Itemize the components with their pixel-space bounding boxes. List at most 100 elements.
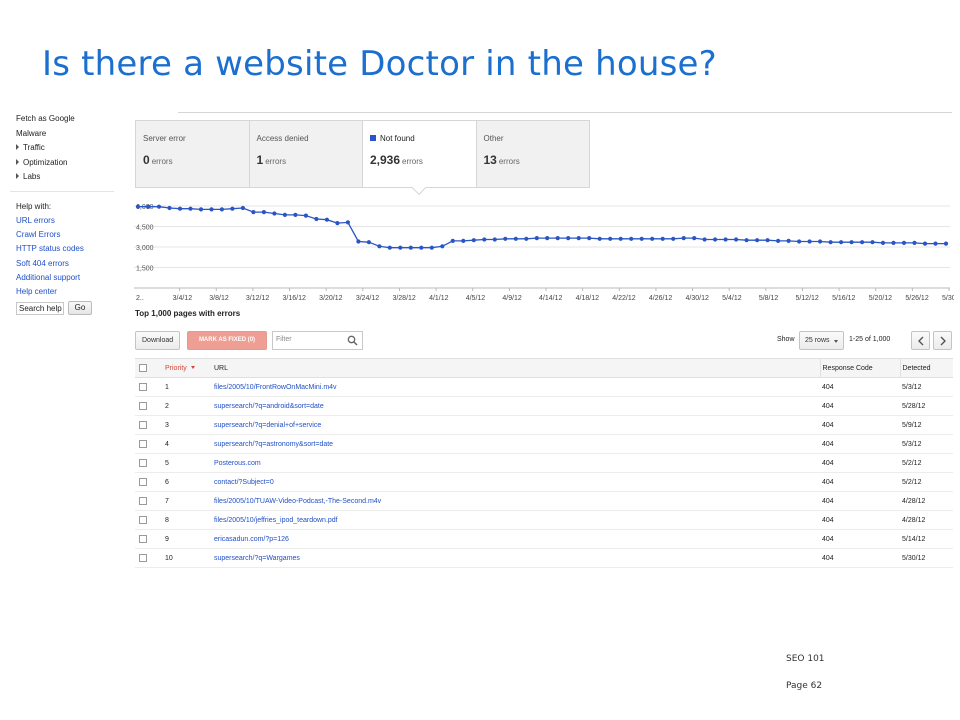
row-checkbox[interactable] <box>139 535 147 543</box>
errors-table-body: 1 files/2005/10/FrontRowOnMacMini.m4v 404 5… <box>135 378 953 568</box>
data-point <box>797 239 802 244</box>
help-search-input[interactable]: Search help <box>16 301 64 315</box>
sort-desc-icon <box>190 365 195 369</box>
table-row[interactable]: 6 contact/?Subject=0 404 5/2/12 <box>135 473 953 492</box>
tile-unit: errors <box>402 157 423 166</box>
table-row[interactable]: 4 supersearch/?q=astronomy&sort=date 404 5/… <box>135 435 953 454</box>
data-point <box>807 239 812 244</box>
row-checkbox[interactable] <box>139 516 147 524</box>
show-label: Show <box>777 336 795 343</box>
row-checkbox[interactable] <box>139 421 147 429</box>
data-point <box>188 206 193 211</box>
x-tick-label: 5/30/12 <box>942 295 954 302</box>
sidebar-item-label: Labs <box>23 172 41 182</box>
table-row[interactable]: 9 ericasadun.com/?p=126 404 5/14/12 <box>135 530 953 549</box>
table-row[interactable]: 5 Posterous.com 404 5/2/12 <box>135 454 953 473</box>
footer-page-number: Page 62 <box>786 681 823 691</box>
url-link[interactable]: ericasadun.com/?p=126 <box>214 536 289 543</box>
tile-unit: errors <box>151 157 173 166</box>
url-column-header[interactable]: URL <box>214 359 820 378</box>
data-point <box>943 241 949 246</box>
table-row[interactable]: 1 files/2005/10/FrontRowOnMacMini.m4v 404 5… <box>135 378 953 397</box>
detected-cell: 5/28/12 <box>902 402 926 410</box>
mark-as-fixed-button[interactable]: MARK AS FIXED (0) <box>187 331 267 350</box>
help-title: Help with: <box>16 201 52 211</box>
data-point <box>303 213 308 218</box>
priority-cell: 6 <box>165 478 169 486</box>
tile-access-denied[interactable]: Access denied 1 errors <box>249 121 363 187</box>
select-all-checkbox[interactable] <box>139 364 147 372</box>
url-link[interactable]: files/2005/10/jeffries_ipod_teardown.pdf <box>214 517 338 524</box>
row-checkbox[interactable] <box>139 459 147 467</box>
data-point <box>860 240 865 245</box>
tile-server-error[interactable]: Server error 0 errors <box>136 121 250 187</box>
row-checkbox[interactable] <box>139 383 147 391</box>
url-link[interactable]: supersearch/?q=astronomy&sort=date <box>214 441 333 448</box>
help-link-url-errors[interactable]: URL errors <box>10 214 114 228</box>
url-link[interactable]: supersearch/?q=android&sort=date <box>214 403 324 410</box>
sidebar-item-traffic[interactable]: Traffic <box>10 141 114 156</box>
rows-per-page-select[interactable]: 25 rows <box>799 331 844 350</box>
data-point <box>608 236 613 241</box>
chevron-right-icon <box>940 336 946 346</box>
tile-count: 1 <box>256 153 264 167</box>
sidebar-item-labs[interactable]: Labs <box>10 170 114 185</box>
help-link-help-center[interactable]: Help center <box>10 285 114 299</box>
search-icon[interactable] <box>347 335 358 346</box>
table-row[interactable]: 10 supersearch/?q=Wargames 404 5/30/12 <box>135 549 953 568</box>
url-link[interactable]: supersearch/?q=Wargames <box>214 555 300 562</box>
row-checkbox[interactable] <box>139 554 147 562</box>
data-point <box>849 240 854 245</box>
table-row[interactable]: 3 supersearch/?q=denial+of+service 404 5/9/… <box>135 416 953 435</box>
data-point <box>282 212 287 217</box>
data-point <box>240 205 245 211</box>
table-row[interactable]: 7 files/2005/10/TUAW-Video-Podcast,-The-S… <box>135 492 953 511</box>
data-point <box>293 212 298 217</box>
table-row[interactable]: 2 supersearch/?q=android&sort=date 404 5/28… <box>135 397 953 416</box>
row-checkbox[interactable] <box>139 497 147 505</box>
data-point <box>324 217 329 222</box>
download-button[interactable]: Download <box>135 331 180 350</box>
row-checkbox[interactable] <box>139 478 147 486</box>
data-point <box>167 205 172 211</box>
sidebar-item-malware[interactable]: Malware <box>10 127 114 142</box>
url-link[interactable]: contact/?Subject=0 <box>214 479 274 486</box>
url-link[interactable]: files/2005/10/TUAW-Video-Podcast,-The-Se… <box>214 498 381 505</box>
data-point <box>765 238 770 243</box>
x-tick-label: 5/20/12 <box>869 295 892 302</box>
row-checkbox[interactable] <box>139 440 147 448</box>
help-link-crawl-errors[interactable]: Crawl Errors <box>10 228 114 242</box>
y-tick-label: 4,500 <box>136 225 154 232</box>
table-row[interactable]: 8 files/2005/10/jeffries_ipod_teardown.pd… <box>135 511 953 530</box>
errors-chart-svg: 6,0004,5003,0001,5002.. 3/4/12 3/8/12 3/12/… <box>134 204 954 302</box>
data-point <box>356 239 361 244</box>
help-link-soft-404-errors[interactable]: Soft 404 errors <box>10 257 114 271</box>
url-link[interactable]: Posterous.com <box>214 460 261 467</box>
help-link-additional-support[interactable]: Additional support <box>10 271 114 285</box>
response-code-column-header[interactable]: Response Code <box>819 358 900 378</box>
data-point <box>818 239 823 244</box>
tile-other[interactable]: Other 13 errors <box>476 121 589 187</box>
detected-column-header[interactable]: Detected <box>899 358 953 378</box>
filter-input[interactable]: Filter <box>272 331 363 350</box>
url-link[interactable]: files/2005/10/FrontRowOnMacMini.m4v <box>214 384 337 391</box>
tile-not-found[interactable]: Not found 2,936 errors <box>363 121 477 196</box>
footer-course: SEO 101 <box>786 654 825 664</box>
series-line <box>138 206 946 249</box>
data-point <box>366 240 371 245</box>
previous-page-button[interactable] <box>911 331 930 350</box>
data-point <box>209 207 214 212</box>
data-point <box>566 236 571 241</box>
help-link-http-status-codes[interactable]: HTTP status codes <box>10 242 114 256</box>
next-page-button[interactable] <box>933 331 952 350</box>
table-toolbar: Download MARK AS FIXED (0) Filter Show 2… <box>135 331 953 351</box>
sidebar-item-optimization[interactable]: Optimization <box>10 156 114 171</box>
chevron-down-icon <box>834 340 838 343</box>
go-button[interactable]: Go <box>68 301 92 316</box>
row-checkbox[interactable] <box>139 402 147 410</box>
chevron-left-icon <box>918 336 924 346</box>
tile-label: Not found <box>380 134 415 143</box>
url-link[interactable]: supersearch/?q=denial+of+service <box>214 422 321 429</box>
sidebar-item-fetch-as-google[interactable]: Fetch as Google <box>10 112 114 127</box>
priority-column-header[interactable]: Priority <box>165 359 214 378</box>
